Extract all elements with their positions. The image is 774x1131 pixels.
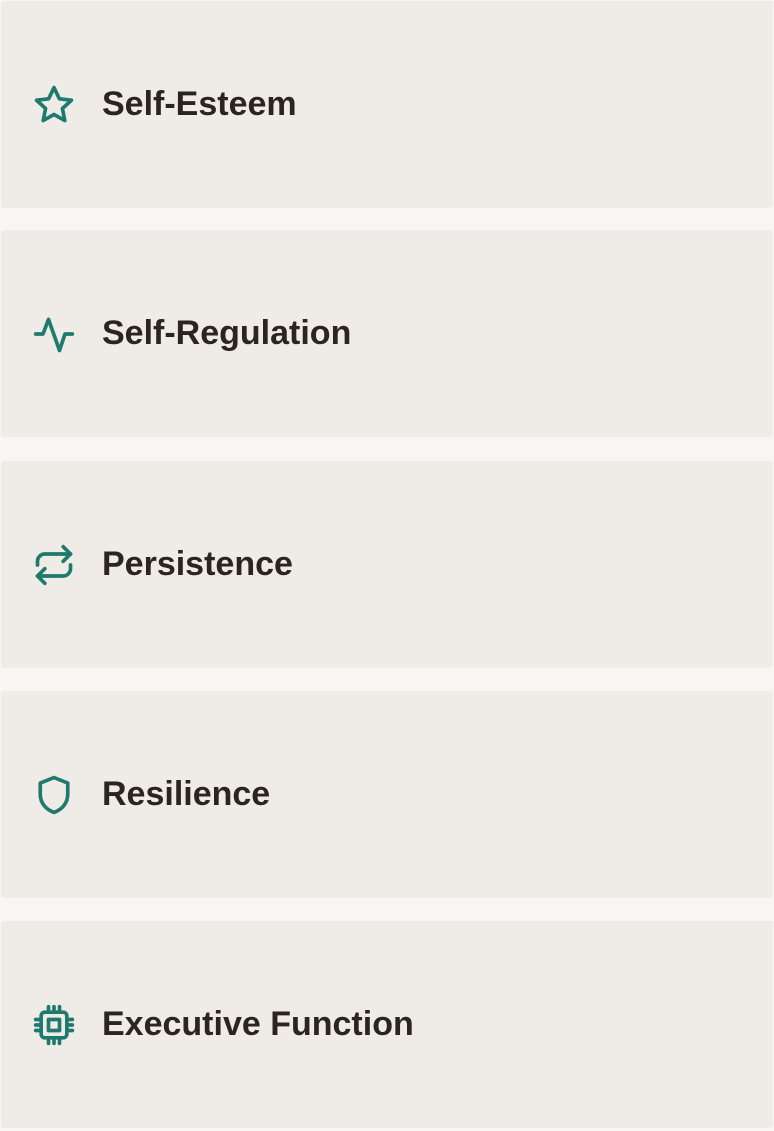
shield-icon bbox=[32, 773, 76, 817]
skill-card-self-esteem[interactable]: Self-Esteem bbox=[1, 1, 773, 208]
skill-card-resilience[interactable]: Resilience bbox=[1, 691, 773, 898]
skills-list: Self-Esteem Self-Regulation Persistence … bbox=[0, 0, 774, 1131]
cpu-icon bbox=[32, 1003, 76, 1047]
skill-card-self-regulation[interactable]: Self-Regulation bbox=[1, 230, 773, 437]
skill-label: Executive Function bbox=[102, 1005, 414, 1043]
skill-card-persistence[interactable]: Persistence bbox=[1, 461, 773, 668]
skill-label: Self-Regulation bbox=[102, 314, 352, 352]
star-icon bbox=[32, 83, 76, 127]
activity-icon bbox=[32, 312, 76, 356]
skill-label: Persistence bbox=[102, 545, 293, 583]
skill-card-executive-function[interactable]: Executive Function bbox=[1, 921, 773, 1128]
skill-label: Resilience bbox=[102, 775, 271, 813]
skill-label: Self-Esteem bbox=[102, 85, 297, 123]
repeat-icon bbox=[32, 543, 76, 587]
